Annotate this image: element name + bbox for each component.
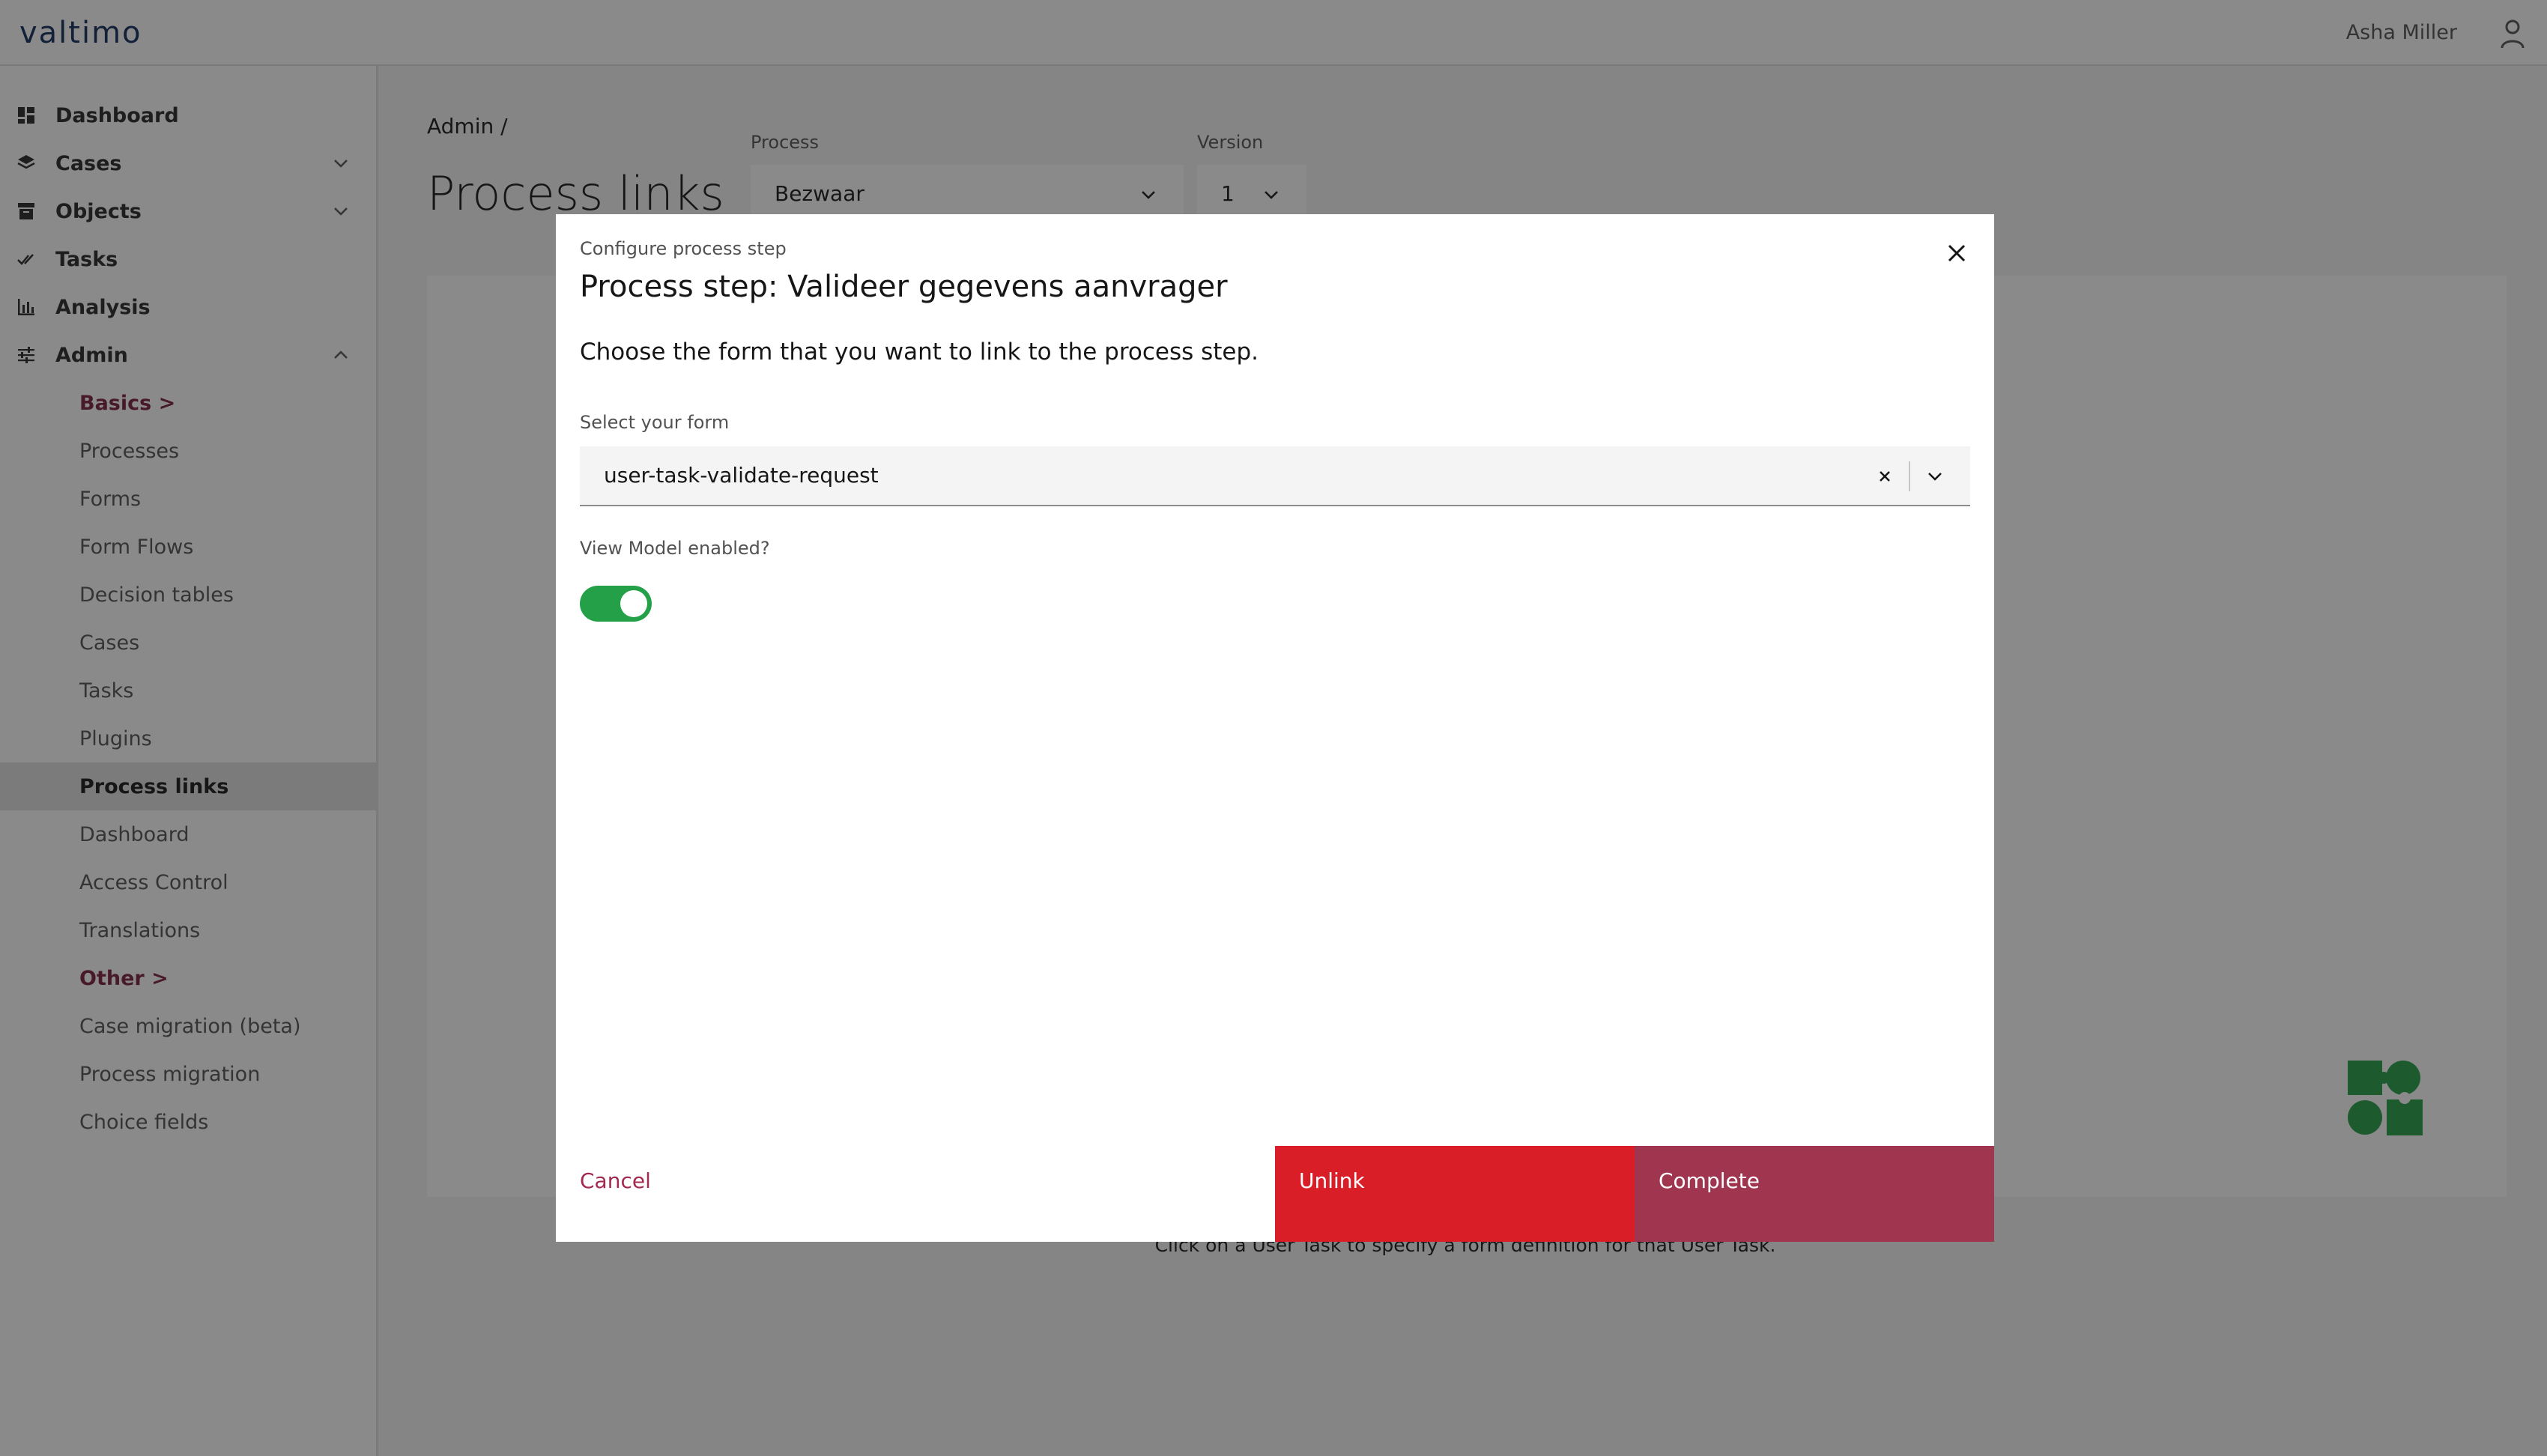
close-icon [1948,244,1966,262]
chevron-down-icon[interactable] [1924,465,1946,488]
configure-process-step-modal: Configure process step Process step: Val… [556,214,1994,1242]
complete-button-label: Complete [1659,1168,1760,1193]
form-select[interactable]: user-task-validate-request [580,446,1970,506]
unlink-button[interactable]: Unlink [1275,1146,1635,1242]
clear-icon[interactable] [1873,464,1897,488]
select-divider [1909,461,1910,491]
cancel-button[interactable]: Cancel [556,1146,1275,1242]
view-model-label: View Model enabled? [580,538,770,559]
form-select-value: user-task-validate-request [604,463,879,488]
cancel-button-label: Cancel [580,1168,651,1193]
complete-button[interactable]: Complete [1635,1146,1994,1242]
view-model-toggle[interactable] [580,586,652,622]
modal-description: Choose the form that you want to link to… [580,339,1259,365]
modal-heading: Process step: Valideer gegevens aanvrage… [580,270,1228,304]
close-button[interactable] [1940,237,1973,270]
modal-label: Configure process step [580,238,787,259]
form-select-label: Select your form [580,412,730,433]
toggle-knob [620,590,647,617]
unlink-button-label: Unlink [1299,1168,1365,1193]
